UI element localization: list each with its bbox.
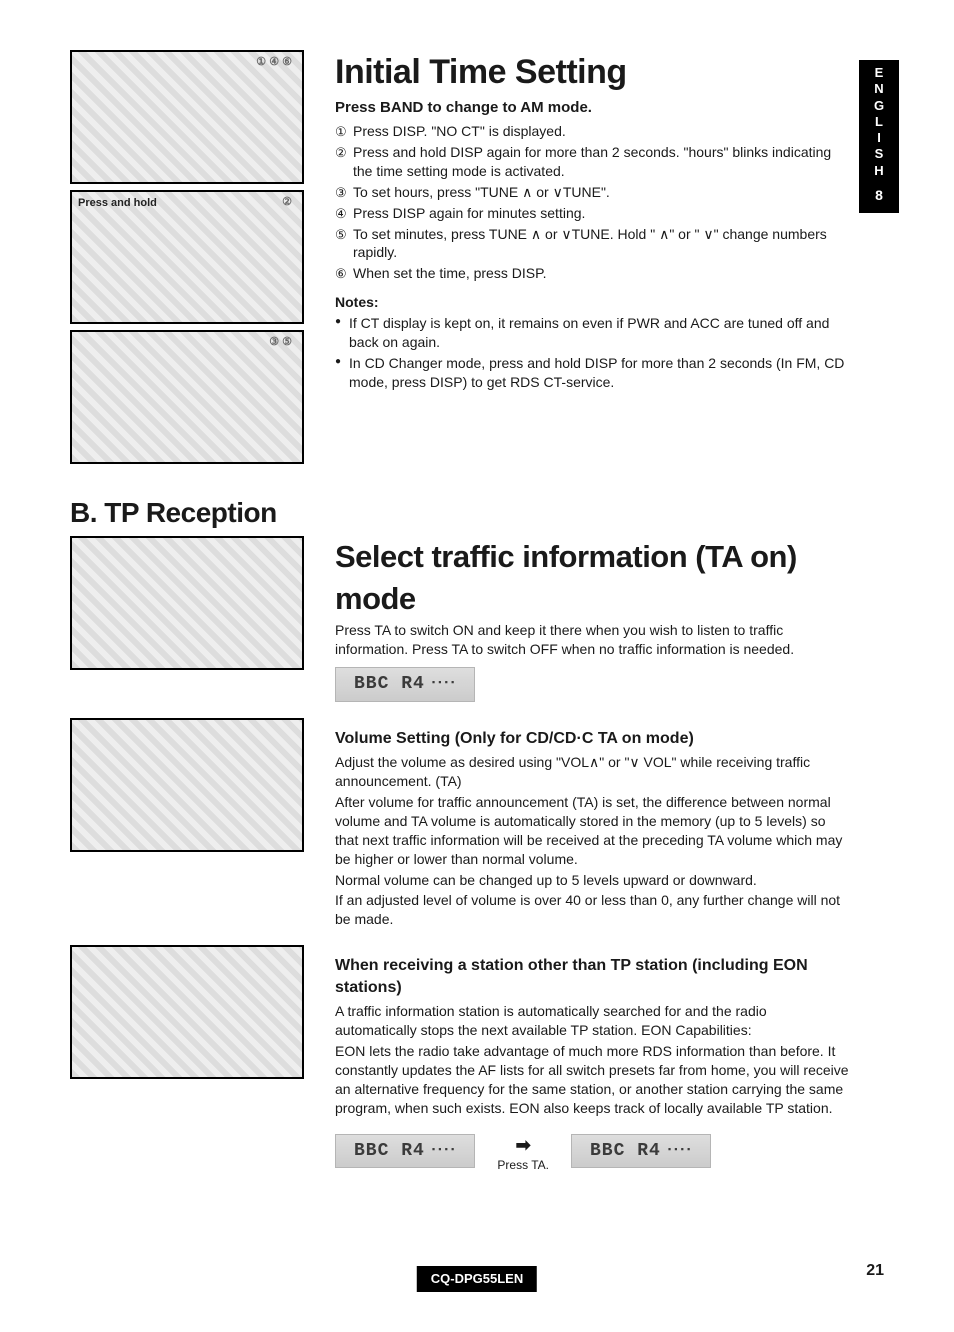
arrow-icon: ➡ [497,1133,549,1157]
lcd-display-after: BBC R4▪▪▪▪ [571,1134,711,1168]
volume-p2: After volume for traffic announcement (T… [335,793,849,869]
step-text: When set the time, press DISP. [353,265,547,281]
eon-p2: EON lets the radio take advantage of muc… [335,1042,849,1118]
step-item: ②Press and hold DISP again for more than… [335,143,849,181]
volume-p1: Adjust the volume as desired using "VOL∧… [335,753,849,791]
figure-label: Press and hold [78,196,157,211]
lcd-transition-row: BBC R4▪▪▪▪ ➡ Press TA. BBC R4▪▪▪▪ [335,1128,849,1178]
ta-intro: Press TA to switch ON and keep it there … [335,621,849,659]
section-title: Initial Time Setting [335,50,849,96]
step-item: ④Press DISP again for minutes setting. [335,204,849,223]
tab-page-number: 8 [875,188,883,203]
language-tab: E N G L I S H 8 [859,60,899,213]
arrow-label: Press TA. [497,1157,549,1173]
tab-letter: H [874,164,883,178]
volume-p3: Normal volume can be changed up to 5 lev… [335,871,849,890]
step-text: To set minutes, press TUNE ∧ or ∨TUNE. H… [353,226,827,261]
lcd-text: BBC R4 [590,1141,661,1161]
volume-p4: If an adjusted level of volume is over 4… [335,891,849,929]
step-text: Press DISP. "NO CT" is displayed. [353,123,566,139]
step-item: ⑤To set minutes, press TUNE ∧ or ∨TUNE. … [335,225,849,263]
tab-letter: L [875,115,883,129]
figure-eon-panel [70,945,304,1079]
eon-heading: When receiving a station other than TP s… [335,955,849,998]
tab-letter: I [877,131,881,145]
figure-step-2: Press and hold ② [70,190,304,324]
notes-list: If CT display is kept on, it remains on … [335,314,849,392]
step-list: ①Press DISP. "NO CT" is displayed. ②Pres… [335,122,849,283]
eon-p1: A traffic information station is automat… [335,1002,849,1040]
lcd-display-before: BBC R4▪▪▪▪ [335,1134,475,1168]
notes-heading: Notes: [335,293,849,312]
model-label: CQ-DPG55LEN [417,1266,537,1292]
section-b-heading: B. TP Reception [70,494,899,532]
figure-volume-knob [70,718,304,852]
ta-title: Select traffic information (TA on) mode [335,536,849,620]
figure-callouts: ① ④ ⑥ [256,55,292,70]
tab-letter: E [875,66,884,80]
lcd-text: BBC R4 [354,1141,425,1161]
tab-letter: S [875,147,884,161]
tab-letter: G [874,99,884,113]
tab-letter: N [874,82,883,96]
step-item: ③To set hours, press "TUNE ∧ or ∨TUNE". [335,183,849,202]
step-text: To set hours, press "TUNE ∧ or ∨TUNE". [353,184,610,200]
lcd-text: BBC R4 [354,674,425,694]
lcd-display: BBC R4▪▪▪▪ [335,667,475,701]
figure-step-1: ① ④ ⑥ [70,50,304,184]
section-subtitle: Press BAND to change to AM mode. [335,98,849,118]
note-item: If CT display is kept on, it remains on … [335,314,849,352]
page-number: 21 [866,1260,884,1282]
figure-callouts: ③ ⑤ [269,335,292,350]
step-text: Press and hold DISP again for more than … [353,144,831,179]
step-item: ①Press DISP. "NO CT" is displayed. [335,122,849,141]
figure-ta-panel [70,536,304,670]
step-item: ⑥When set the time, press DISP. [335,264,849,283]
figure-step-3: ③ ⑤ [70,330,304,464]
figure-callouts: ② [282,195,292,210]
step-text: Press DISP again for minutes setting. [353,205,585,221]
volume-heading: Volume Setting (Only for CD/CD·C TA on m… [335,728,849,750]
arrow-group: ➡ Press TA. [497,1133,549,1173]
note-item: In CD Changer mode, press and hold DISP … [335,354,849,392]
